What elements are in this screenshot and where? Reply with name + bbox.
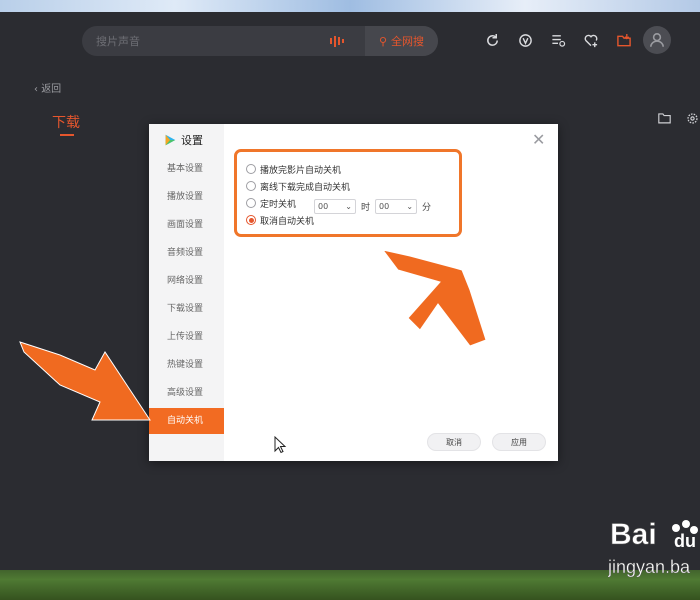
sidebar-item-auto-shutdown[interactable]: 自动关机 — [149, 408, 224, 434]
gear-icon[interactable] — [686, 112, 699, 129]
heart-plus-icon[interactable] — [581, 30, 601, 50]
equalizer-icon[interactable] — [322, 26, 352, 56]
sidebar-item-upload[interactable]: 上传设置 — [149, 324, 224, 350]
settings-dialog: 设置 ✕ 基本设置 播放设置 画面设置 音频设置 网络设置 下载设置 上传设置 … — [149, 124, 558, 461]
download-folder-icon[interactable] — [614, 30, 634, 50]
mouse-cursor-icon — [274, 436, 287, 454]
cancel-button[interactable]: 取消 — [427, 433, 481, 451]
svg-text:jingyan.ba: jingyan.ba — [608, 557, 691, 577]
apply-button[interactable]: 应用 — [492, 433, 546, 451]
back-label: 返回 — [41, 84, 62, 95]
sidebar-item-network[interactable]: 网络设置 — [149, 268, 224, 294]
refresh-icon[interactable] — [482, 30, 502, 50]
baidu-watermark-logo: Bai du — [610, 518, 698, 551]
app-logo-icon — [165, 134, 176, 146]
dialog-title: 设置 — [181, 134, 203, 147]
top-toolbar — [482, 30, 634, 50]
folder-icon[interactable] — [658, 112, 671, 128]
global-search-label: 全网搜 — [391, 35, 424, 48]
playlist-icon[interactable] — [548, 30, 568, 50]
search-bar: ⚲ 全网搜 — [82, 26, 438, 56]
back-link[interactable]: ‹ 返回 — [34, 80, 61, 95]
sidebar-item-playback[interactable]: 播放设置 — [149, 184, 224, 210]
global-search-button[interactable]: ⚲ 全网搜 — [364, 26, 438, 56]
sidebar-item-basic[interactable]: 基本设置 — [149, 156, 224, 182]
sidebar-item-audio[interactable]: 音频设置 — [149, 240, 224, 266]
active-tab-indicator — [60, 134, 74, 136]
screen: ⚲ 全网搜 ‹ 返回 下载 — [0, 0, 700, 600]
search-input[interactable] — [82, 26, 322, 56]
close-icon[interactable]: ✕ — [532, 132, 545, 148]
sidebar-item-advanced[interactable]: 高级设置 — [149, 380, 224, 406]
svg-text:Bai: Bai — [610, 518, 657, 551]
sidebar-item-display[interactable]: 画面设置 — [149, 212, 224, 238]
jingyan-watermark-text: jingyan.ba — [608, 557, 691, 577]
dialog-header: 设置 — [163, 132, 203, 148]
sidebar-item-hotkeys[interactable]: 热键设置 — [149, 352, 224, 378]
annotation-highlight-box — [234, 149, 462, 237]
sidebar-item-download[interactable]: 下载设置 — [149, 296, 224, 322]
avatar[interactable] — [643, 26, 671, 54]
search-icon: ⚲ — [378, 34, 387, 48]
svg-text:du: du — [674, 531, 696, 551]
user-icon — [650, 33, 664, 47]
desktop-grass — [0, 566, 700, 600]
v-badge-icon[interactable] — [515, 30, 535, 50]
page-title[interactable]: 下载 — [52, 112, 80, 132]
